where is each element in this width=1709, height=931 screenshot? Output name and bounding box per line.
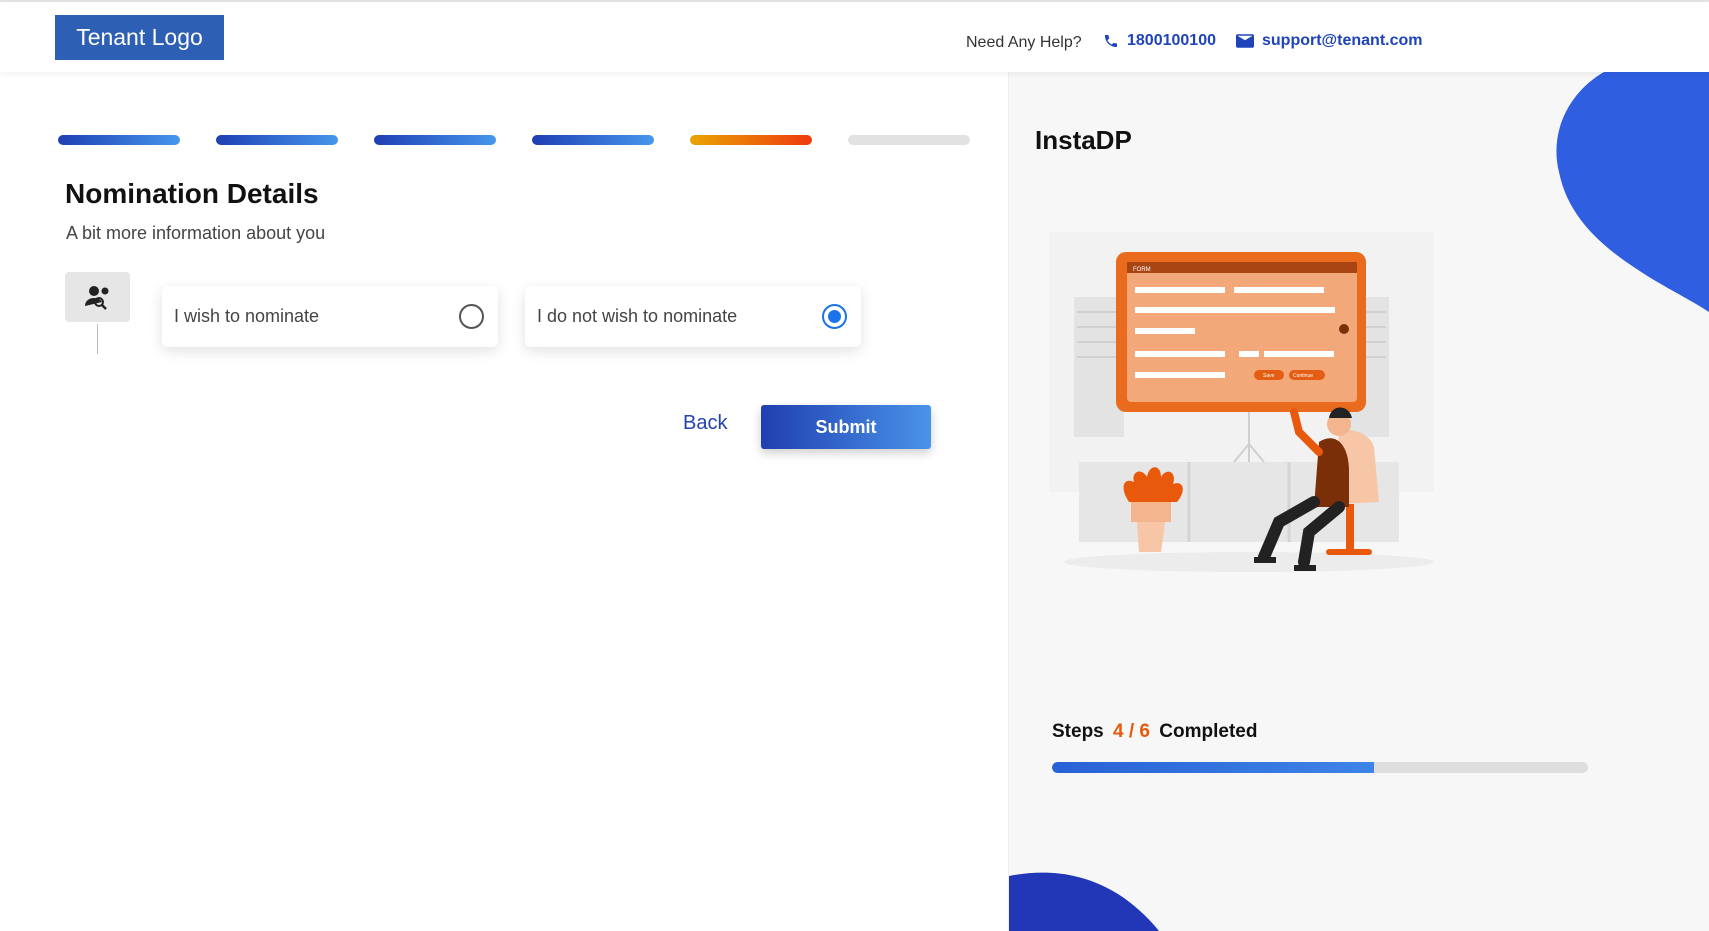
steps-progress-bar	[1052, 762, 1588, 773]
progress-step-1	[58, 135, 180, 145]
page-subtitle: A bit more information about you	[66, 223, 326, 243]
option-label: I do not wish to nominate	[537, 306, 738, 326]
nominee-search-icon	[65, 272, 130, 322]
steps-progress-fill	[1052, 762, 1374, 773]
progress-step-6	[848, 135, 970, 145]
progress-step-5	[690, 135, 812, 145]
radio-not-wish-to-nominate[interactable]	[822, 304, 847, 329]
step-connector	[97, 324, 98, 354]
phone-icon	[1103, 33, 1119, 49]
steps-suffix: Completed	[1159, 721, 1258, 742]
progress-step-3	[374, 135, 496, 145]
email-address: support@tenant.com	[1262, 32, 1423, 49]
top-header: Tenant Logo Need Any Help? 1800100100 su…	[0, 2, 1709, 72]
submit-button[interactable]: Submit	[761, 405, 931, 449]
option-wish-to-nominate[interactable]: I wish to nominate	[162, 286, 498, 347]
form-pane: Nomination Details A bit more informatio…	[0, 72, 1008, 931]
phone-number: 1800100100	[1127, 32, 1216, 49]
mail-icon	[1236, 34, 1254, 48]
illustration-form-title: FORM	[1133, 267, 1151, 273]
tenant-logo[interactable]: Tenant Logo	[55, 15, 224, 60]
steps-prefix: Steps	[1052, 721, 1104, 742]
help-text: Need Any Help?	[966, 34, 1082, 51]
phone-link[interactable]: 1800100100	[1103, 32, 1216, 50]
steps-summary: Steps 4 / 6 Completed	[1052, 721, 1257, 743]
page-title: Nomination Details	[65, 178, 319, 209]
progress-step-4	[532, 135, 654, 145]
radio-wish-to-nominate[interactable]	[459, 304, 484, 329]
steps-count: 4 / 6	[1113, 721, 1151, 742]
form-filling-illustration: FORM Save Continue	[1049, 232, 1434, 572]
back-button[interactable]: Back	[683, 412, 727, 435]
progress-sidebar: InstaDP FORM Save Continue Steps 4 / 6 C…	[1008, 72, 1709, 931]
option-label: I wish to nominate	[174, 306, 320, 326]
illustration-save-label: Save	[1263, 373, 1275, 379]
option-not-wish-to-nominate[interactable]: I do not wish to nominate	[525, 286, 861, 347]
decorative-blob-top	[1556, 72, 1709, 312]
brand-title: InstaDP	[1035, 125, 1132, 155]
decorative-blob-bottom	[1009, 872, 1159, 931]
progress-step-2	[216, 135, 338, 145]
illustration-continue-label: Continue	[1293, 373, 1313, 379]
email-link[interactable]: support@tenant.com	[1236, 32, 1423, 50]
